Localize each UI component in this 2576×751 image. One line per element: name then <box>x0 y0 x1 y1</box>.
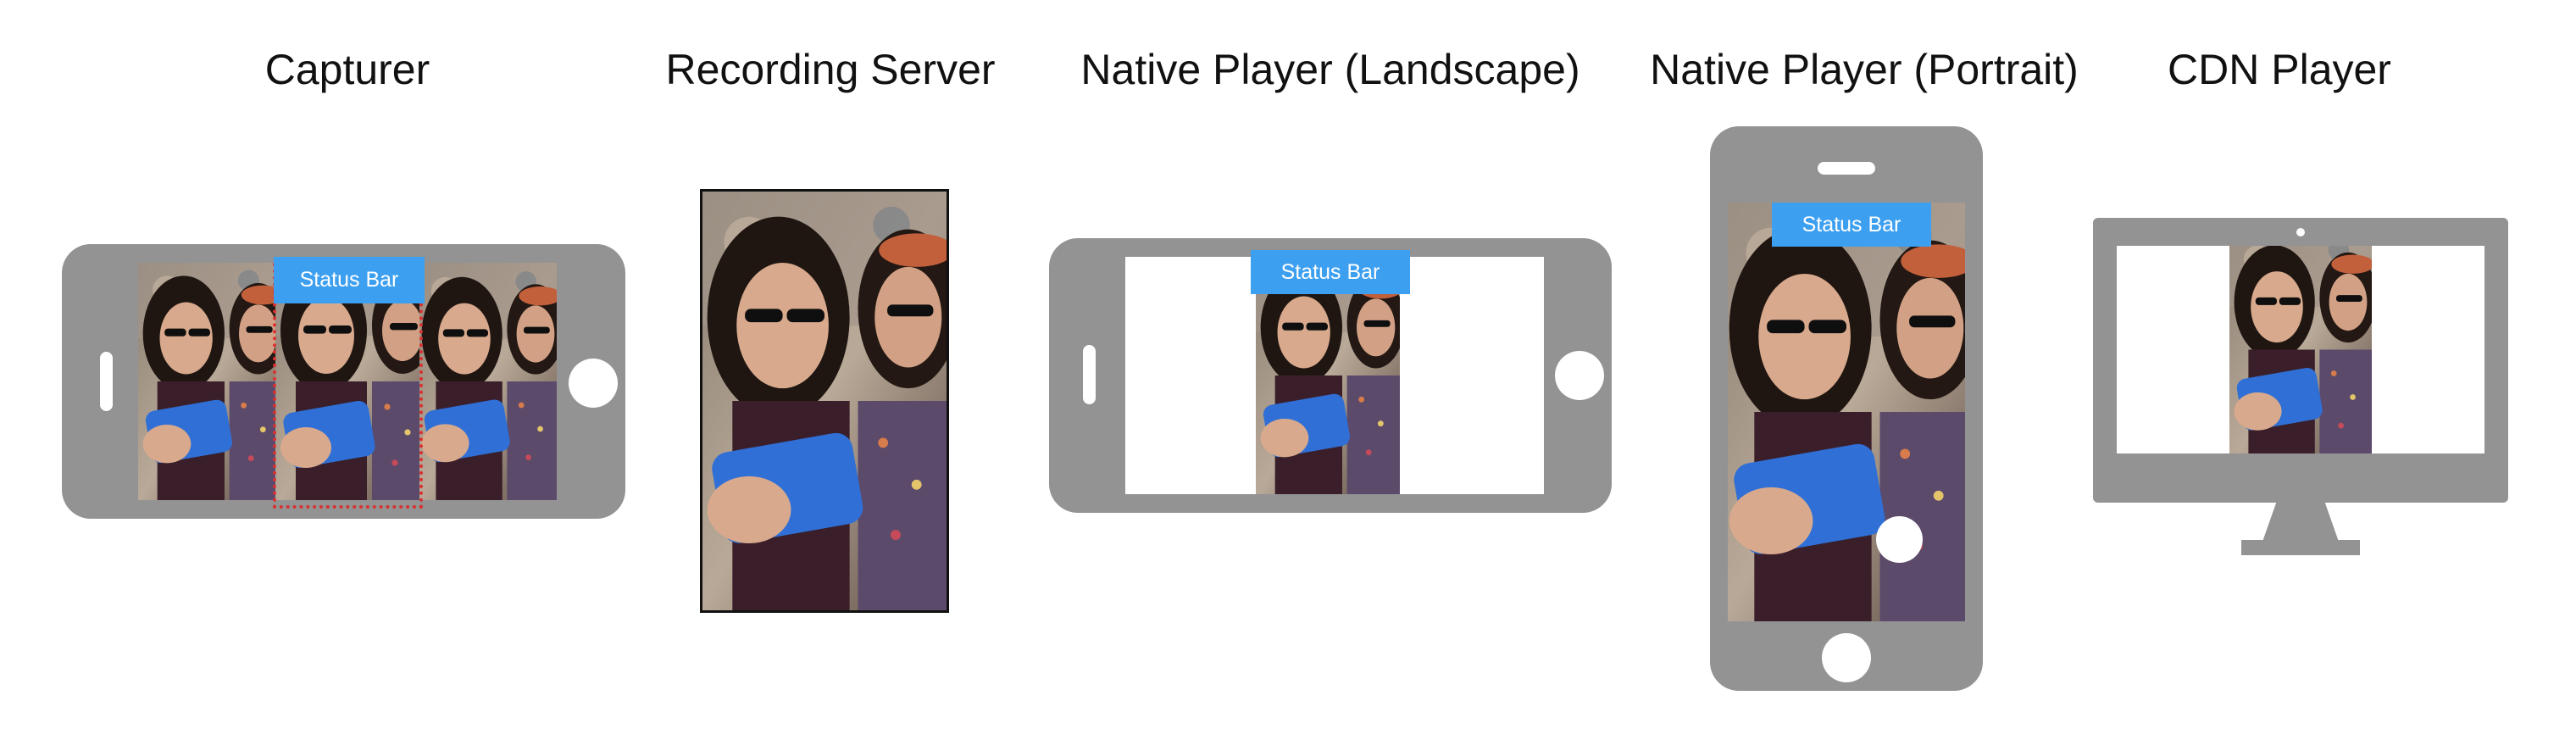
speaker-icon <box>100 352 113 411</box>
status-bar: Status Bar <box>1772 203 1931 247</box>
phone-landscape-icon: Status Bar <box>62 244 625 519</box>
column-title-native-portrait: Native Player (Portrait) <box>1650 46 2079 93</box>
home-button-icon <box>569 359 618 408</box>
player-viewport <box>2117 246 2484 453</box>
status-bar: Status Bar <box>1251 250 1410 294</box>
monitor-stand <box>2262 503 2339 542</box>
camera-dot <box>2296 228 2305 236</box>
video-frame <box>1728 203 1965 621</box>
speaker-icon <box>1083 345 1096 404</box>
column-title-native-landscape: Native Player (Landscape) <box>1080 46 1580 93</box>
phone-landscape-icon: Status Bar <box>1049 238 1612 513</box>
home-button-icon <box>1555 351 1604 400</box>
column-title-capturer: Capturer <box>264 46 430 93</box>
recorded-frame-image <box>702 192 947 610</box>
status-bar: Status Bar <box>274 257 425 303</box>
recorded-frame <box>700 189 949 613</box>
player-viewport: Status Bar <box>1125 250 1544 494</box>
monitor-base <box>2241 540 2360 555</box>
home-button-icon <box>1876 516 1923 563</box>
monitor-screen-bezel <box>2093 218 2508 503</box>
video-frame <box>2229 246 2372 453</box>
monitor-icon <box>2093 218 2508 555</box>
speaker-icon <box>1818 162 1875 175</box>
home-button-icon <box>1822 633 1871 682</box>
column-title-recording-server: Recording Server <box>665 46 996 93</box>
column-title-cdn-player: CDN Player <box>2168 46 2391 93</box>
phone-portrait-icon: Status Bar <box>1710 126 1983 691</box>
